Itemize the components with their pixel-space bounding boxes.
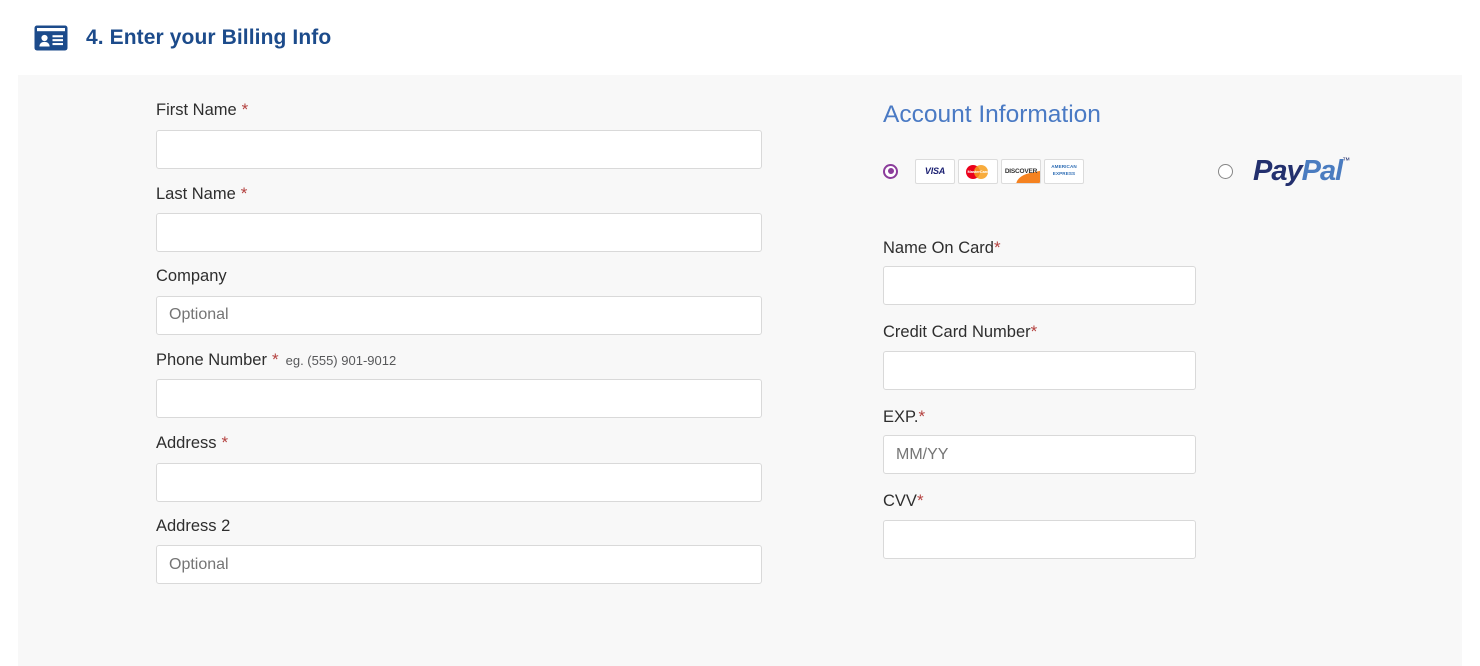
label-address-2-text: Address 2 <box>156 516 231 535</box>
amex-label-line2: EXPRESS <box>1052 171 1076 176</box>
id-card-icon <box>34 25 68 51</box>
page-header: 4. Enter your Billing Info <box>0 0 1480 75</box>
label-phone-number: Phone Number * eg. (555) 901-9012 <box>156 351 864 369</box>
paypal-trademark: ™ <box>1342 155 1351 165</box>
account-information-form: Account Information VISA MasterCard DISC… <box>864 75 1462 666</box>
label-expiration: EXP.* <box>883 408 1462 426</box>
payment-option-credit-card[interactable]: VISA MasterCard DISCOVER AMERICAN EXPRES… <box>883 158 1087 184</box>
label-name-on-card: Name On Card* <box>883 239 1462 257</box>
last-name-input[interactable] <box>156 213 762 252</box>
field-expiration: EXP.* <box>883 408 1462 474</box>
phone-number-input[interactable] <box>156 379 762 418</box>
label-credit-card-number-text: Credit Card Number <box>883 323 1031 341</box>
label-address-text: Address <box>156 434 217 452</box>
label-company: Company <box>156 268 864 285</box>
field-first-name: First Name * <box>156 101 864 169</box>
paypal-icon: PayPal™ <box>1253 154 1351 187</box>
label-phone-number-text: Phone Number <box>156 350 267 369</box>
label-cvv: CVV* <box>883 492 1462 510</box>
payment-option-paypal[interactable]: PayPal™ <box>1218 154 1351 187</box>
card-brand-logos: VISA MasterCard DISCOVER AMERICAN EXPRES… <box>915 158 1087 184</box>
phone-format-hint: eg. (555) 901-9012 <box>285 352 397 368</box>
label-first-name: First Name * <box>156 101 864 119</box>
credit-card-number-input[interactable] <box>883 350 1196 390</box>
label-name-on-card-text: Name On Card <box>883 238 994 257</box>
visa-label: VISA <box>924 166 946 176</box>
label-expiration-text: EXP. <box>883 407 919 426</box>
label-address: Address * <box>156 434 864 452</box>
page-title: 4. Enter your Billing Info <box>86 25 332 49</box>
mastercard-label: MasterCard <box>967 168 989 174</box>
label-cvv-text: CVV <box>883 492 917 510</box>
mastercard-icon: MasterCard <box>958 158 998 184</box>
field-address-2: Address 2 <box>156 516 864 584</box>
paypal-label-part2: Pal <box>1301 154 1344 187</box>
radio-credit-card[interactable] <box>883 163 898 179</box>
field-company: Company <box>156 268 864 335</box>
address-input[interactable] <box>156 462 762 502</box>
cvv-input[interactable] <box>883 519 1196 559</box>
name-on-card-input[interactable] <box>883 266 1196 305</box>
field-last-name: Last Name * <box>156 185 864 252</box>
required-marker: * <box>993 237 1001 257</box>
expiration-input[interactable] <box>883 435 1196 474</box>
label-company-text: Company <box>156 267 227 285</box>
payment-method-selector: VISA MasterCard DISCOVER AMERICAN EXPRES… <box>883 154 1462 187</box>
required-marker: * <box>240 183 248 203</box>
label-last-name: Last Name * <box>156 185 864 203</box>
account-information-heading: Account Information <box>883 101 1101 128</box>
field-name-on-card: Name On Card* <box>883 239 1462 305</box>
discover-icon: DISCOVER <box>1001 158 1041 184</box>
label-last-name-text: Last Name <box>156 184 236 203</box>
company-input[interactable] <box>156 295 762 335</box>
required-marker: * <box>241 100 249 119</box>
required-marker: * <box>916 491 924 510</box>
american-express-icon: AMERICAN EXPRESS <box>1044 158 1084 184</box>
discover-label: DISCOVER <box>1004 167 1038 175</box>
billing-address-form: First Name* Last Name* Company Phone Num… <box>18 75 864 666</box>
label-credit-card-number: Credit Card Number* <box>883 323 1462 341</box>
address-2-input[interactable] <box>156 545 762 584</box>
required-marker: * <box>1030 322 1038 341</box>
radio-paypal[interactable] <box>1218 163 1233 179</box>
label-first-name-text: First Name <box>156 101 237 119</box>
required-marker: * <box>271 349 279 369</box>
field-credit-card-number: Credit Card Number* <box>883 323 1462 390</box>
label-address-2: Address 2 <box>156 516 864 535</box>
paypal-label-part1: Pay <box>1253 154 1303 187</box>
field-phone-number: Phone Number * eg. (555) 901-9012 <box>156 351 864 418</box>
billing-info-panel: First Name* Last Name* Company Phone Num… <box>18 75 1462 666</box>
required-marker: * <box>918 406 926 426</box>
field-address: Address * <box>156 434 864 502</box>
field-cvv: CVV* <box>883 492 1462 559</box>
first-name-input[interactable] <box>156 129 762 169</box>
required-marker: * <box>221 433 229 452</box>
amex-label-line1: AMERICAN <box>1051 164 1077 170</box>
visa-icon: VISA <box>915 158 955 184</box>
